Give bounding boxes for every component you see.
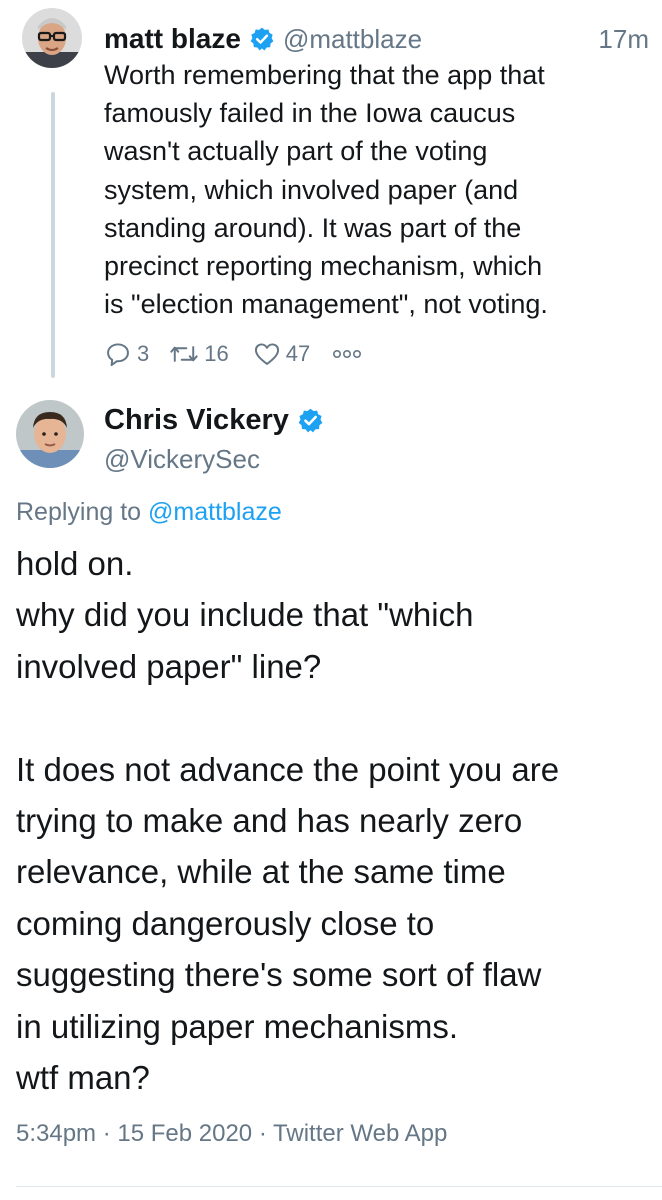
tweet-time[interactable]: 17m	[598, 24, 649, 55]
tweet-1-text: Worth remembering that the app that famo…	[104, 60, 548, 320]
divider	[16, 1186, 662, 1187]
tweet-2-text: hold on. why did you include that "which…	[16, 545, 560, 1097]
tweet-1-header: matt blaze @mattblaze 17m	[104, 18, 649, 60]
tweet-timestamp[interactable]: 5:34pm · 15 Feb 2020 · Twitter Web App	[16, 1120, 447, 1148]
heart-icon	[254, 343, 279, 365]
verified-badge-icon	[250, 27, 274, 51]
retweet-count: 16	[204, 341, 229, 366]
reply-button[interactable]: 3	[104, 340, 149, 368]
reply-icon	[107, 343, 129, 367]
avatar-chris-vickery[interactable]	[16, 400, 84, 468]
author-handle[interactable]: @VickerySec	[104, 444, 260, 475]
more-options-button[interactable]	[332, 348, 362, 360]
replying-to-mention-link[interactable]: @mattblaze	[148, 498, 282, 526]
verified-badge-icon	[298, 408, 323, 432]
like-count: 47	[285, 341, 311, 366]
retweet-icon	[170, 346, 198, 362]
avatar-portrait-icon	[22, 8, 82, 68]
tweet-2-header: Chris Vickery	[104, 398, 324, 442]
tweet-1-actions: 3 16 47	[104, 336, 362, 372]
retweet-button[interactable]: 16	[169, 340, 229, 368]
replying-to-label: Replying to	[16, 498, 149, 526]
more-icon	[333, 349, 362, 359]
thread-connector-line	[51, 92, 55, 378]
replying-to: Replying to @mattblaze	[16, 498, 282, 527]
reply-count: 3	[137, 341, 150, 366]
author-name[interactable]: matt blaze	[104, 23, 241, 55]
avatar-portrait-icon	[16, 400, 84, 468]
author-name[interactable]: Chris Vickery	[104, 404, 289, 437]
like-button[interactable]: 47	[253, 340, 310, 368]
author-handle[interactable]: @mattblaze	[283, 24, 422, 55]
avatar-matt-blaze[interactable]	[22, 8, 82, 68]
